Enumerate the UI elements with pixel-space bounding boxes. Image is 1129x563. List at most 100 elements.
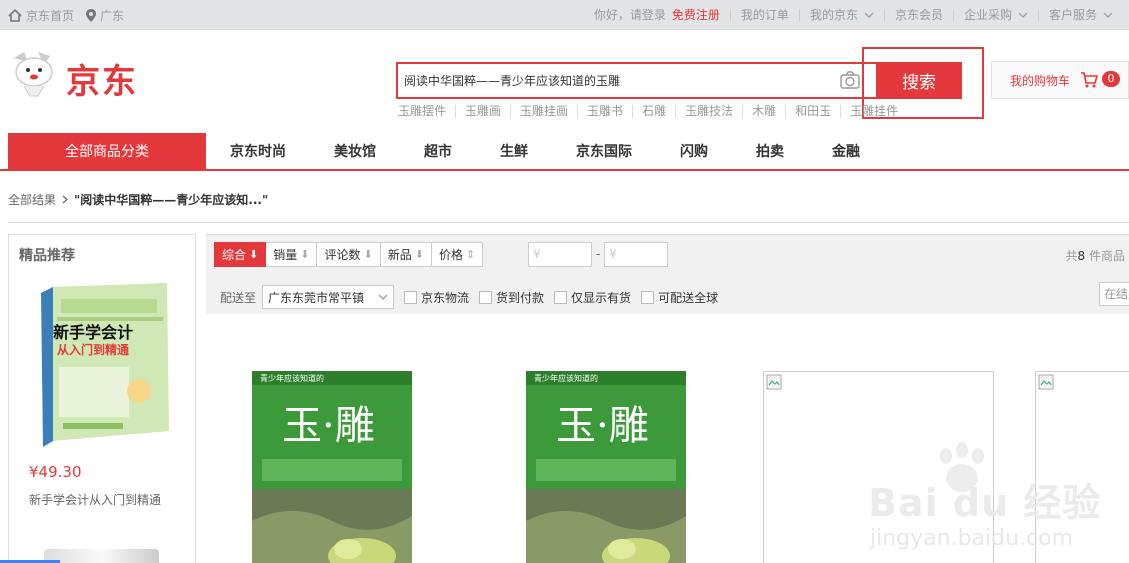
register-link[interactable]: 免费注册	[672, 9, 720, 21]
price-dash: -	[596, 247, 601, 261]
home-icon	[8, 8, 22, 22]
my-jd-label: 我的京东	[809, 8, 858, 22]
recommend-book-cover-title: 新手学会计	[53, 323, 134, 342]
count-value: 8	[1077, 249, 1086, 263]
cart-label: 我的购物车	[1010, 73, 1071, 88]
sort-label: 新品	[387, 248, 412, 262]
result-count: 共8 件商品	[1066, 247, 1126, 264]
login-link[interactable]: 你好，请登录	[594, 9, 666, 21]
cart-icon	[1081, 72, 1099, 88]
chevron-down-icon	[1018, 12, 1028, 18]
checkbox[interactable]	[641, 290, 655, 304]
nav-item-flash-sale[interactable]: 闪购	[656, 141, 732, 161]
enterprise-menu[interactable]: 企业采购	[952, 8, 1038, 22]
sort-price-button[interactable]: 价格 ⇕	[431, 242, 484, 267]
hot-keyword[interactable]: 木雕	[742, 105, 785, 118]
hot-keyword[interactable]: 玉雕书	[577, 105, 632, 118]
service-menu[interactable]: 客户服务	[1037, 8, 1123, 22]
chevron-down-icon	[378, 294, 388, 300]
hot-keyword[interactable]: 玉雕摆件	[398, 105, 455, 118]
service-label: 客户服务	[1048, 8, 1097, 22]
count-suffix: 件商品	[1088, 249, 1125, 263]
recommend-next-image[interactable]	[44, 549, 159, 563]
hot-keyword[interactable]: 玉雕挂件	[840, 105, 907, 118]
nav-item-beauty[interactable]: 美妆馆	[310, 141, 400, 161]
sort-sales-button[interactable]: 销量 ⬇	[266, 242, 318, 267]
filter-in-stock[interactable]: 仅显示有货	[554, 289, 631, 306]
nav-item-international[interactable]: 京东国际	[552, 141, 656, 161]
price-max-input[interactable]: ¥	[604, 242, 668, 267]
hot-keyword[interactable]: 石雕	[632, 105, 675, 118]
recommend-name-link[interactable]: 新手学会计从入门到精通	[29, 491, 161, 508]
chevron-right-icon	[62, 195, 68, 204]
breadcrumb: 全部结果 "阅读中华国粹——青少年应该知..."	[8, 191, 268, 208]
cover-series-text: 青少年应该知道的	[260, 374, 324, 383]
main-nav: 全部商品分类 京东时尚 美妆馆 超市 生鲜 京东国际 闪购 拍卖 金融	[0, 133, 1129, 171]
hot-keywords: 玉雕摆件 玉雕画 玉雕挂画 玉雕书 石雕 玉雕技法 木雕 和田玉 玉雕挂件	[398, 105, 907, 118]
product-image[interactable]: 青少年应该知道的 玉·雕	[252, 371, 412, 563]
arrow-down-icon: ⬇	[414, 248, 424, 261]
sort-label: 价格	[438, 248, 463, 262]
nav-item-auction[interactable]: 拍卖	[732, 141, 808, 161]
all-categories-button[interactable]: 全部商品分类	[8, 133, 206, 169]
sort-comments-button[interactable]: 评论数 ⬇	[317, 242, 381, 267]
watermark-brand: Bai du 经验	[868, 481, 1102, 525]
baidu-jingyan-watermark: Bai du 经验 jingyan.baidu.com	[864, 442, 1124, 562]
filter-cash-on-delivery[interactable]: 货到付款	[479, 289, 544, 306]
broken-image-icon	[1038, 374, 1054, 390]
search-input[interactable]	[398, 64, 876, 97]
arrow-down-icon: ⬇	[300, 248, 310, 261]
filter-global-shipping[interactable]: 可配送全球	[641, 289, 718, 306]
enterprise-label: 企业采购	[963, 8, 1012, 22]
divider	[8, 222, 1129, 223]
arrow-down-icon: ⬇	[249, 248, 259, 261]
filter-bar: 综合 ⬇ 销量 ⬇ 评论数 ⬇ 新品 ⬇ 价格 ⇕ ¥ - ¥ 共8 件商品 配…	[206, 234, 1129, 314]
jd-logo[interactable]: 京东	[8, 48, 158, 102]
checkbox-label: 货到付款	[496, 290, 545, 305]
recommend-panel: 精品推荐 新手学会计 从入门到精通 ¥49.30 新手学会计从入门到精通	[8, 234, 196, 563]
jd-member-link[interactable]: 京东会员	[895, 9, 943, 21]
logo-text: 京东	[66, 62, 138, 102]
checkbox[interactable]	[554, 290, 568, 304]
location-selector[interactable]: 广东	[86, 7, 124, 24]
ship-to-selector[interactable]: 广东东莞市常平镇	[262, 285, 395, 309]
home-link-label: 京东首页	[26, 8, 75, 23]
cart-count-badge: 0	[1102, 71, 1120, 87]
hot-keyword[interactable]: 玉雕挂画	[510, 105, 577, 118]
nav-item-supermarket[interactable]: 超市	[400, 141, 476, 161]
location-label: 广东	[100, 8, 125, 23]
ship-to-value: 广东东莞市常平镇	[268, 290, 365, 305]
nav-item-finance[interactable]: 金融	[808, 141, 884, 161]
checkbox[interactable]	[404, 290, 418, 304]
recommend-book-image[interactable]	[39, 281, 174, 449]
nav-item-fresh[interactable]: 生鲜	[476, 141, 552, 161]
cover-title-text: 玉·雕	[282, 403, 375, 449]
hot-keyword[interactable]: 玉雕画	[455, 105, 510, 118]
chevron-down-icon	[1103, 12, 1113, 18]
broken-image-icon	[766, 374, 782, 390]
watermark-url: jingyan.baidu.com	[870, 526, 1074, 551]
jd-home-link[interactable]: 京东首页	[8, 7, 74, 24]
checkbox-label: 可配送全球	[658, 290, 719, 305]
chevron-down-icon	[864, 12, 874, 18]
sort-new-button[interactable]: 新品 ⬇	[380, 242, 432, 267]
recommend-title: 精品推荐	[19, 248, 75, 264]
location-pin-icon	[86, 8, 97, 22]
my-jd-menu[interactable]: 我的京东	[798, 8, 884, 22]
checkbox[interactable]	[479, 290, 493, 304]
price-min-input[interactable]: ¥	[528, 242, 592, 267]
shopping-cart-button[interactable]: 我的购物车 0	[991, 61, 1129, 99]
breadcrumb-root-link[interactable]: 全部结果	[8, 191, 56, 208]
hot-keyword[interactable]: 和田玉	[785, 105, 840, 118]
my-orders-link[interactable]: 我的订单	[741, 9, 789, 21]
nav-item-fashion[interactable]: 京东时尚	[206, 141, 310, 161]
camera-icon[interactable]	[840, 71, 860, 89]
sort-default-button[interactable]: 综合 ⬇	[214, 242, 267, 267]
checkbox-label: 仅显示有货	[571, 290, 632, 305]
search-in-results-input[interactable]: 在结果中搜索	[1099, 282, 1129, 306]
product-image[interactable]: 青少年应该知道的 玉·雕	[526, 371, 686, 563]
filter-jd-logistics[interactable]: 京东物流	[404, 289, 469, 306]
sort-label: 销量	[273, 248, 298, 262]
top-bar: 京东首页 广东 你好，请登录 免费注册 我的订单 我的京东 京东会员 企业采购 …	[0, 0, 1129, 30]
hot-keyword[interactable]: 玉雕技法	[675, 105, 742, 118]
